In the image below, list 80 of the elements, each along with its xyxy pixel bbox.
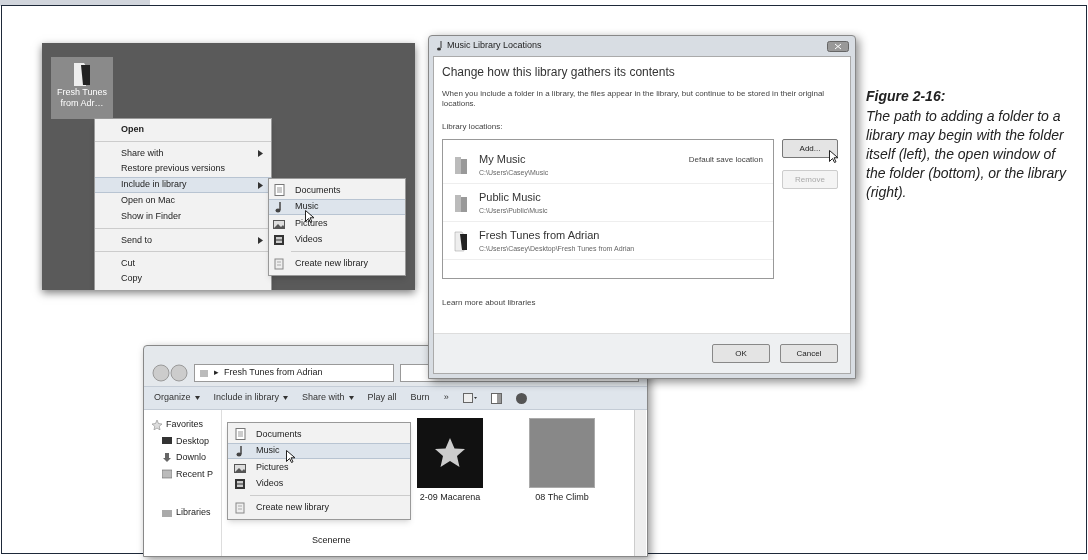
picture-icon — [234, 461, 246, 474]
menu-item[interactable]: Restore previous versions — [95, 161, 271, 177]
folder-icon — [453, 229, 469, 252]
picture-icon — [273, 217, 285, 230]
menu-item[interactable]: Documents — [228, 426, 410, 443]
toolbar-button[interactable]: Burn — [410, 391, 430, 405]
item-caption[interactable]: 2-09 Macarena — [419, 491, 481, 505]
menu-item[interactable]: Open — [95, 122, 271, 138]
menu-item[interactable]: Pictures — [269, 215, 405, 232]
monitor-icon — [162, 436, 172, 447]
menu-item[interactable]: Documents — [269, 182, 405, 199]
folder-icon — [199, 368, 209, 378]
film-icon — [273, 234, 285, 247]
preview-pane-icon — [490, 392, 502, 404]
submenu-arrow-icon — [258, 150, 263, 157]
caret-icon — [283, 396, 289, 400]
menu-item[interactable]: Share with — [95, 141, 271, 161]
icon-label: Fresh Tunes — [57, 87, 107, 98]
photo-placeholder — [529, 418, 595, 488]
menu-item[interactable]: Videos — [228, 475, 410, 493]
recent-places-icon — [162, 469, 172, 480]
location-name[interactable]: Public Music — [479, 189, 763, 206]
view-icon — [462, 393, 477, 403]
location-note: Default save location — [688, 154, 763, 166]
caret-icon — [348, 396, 354, 400]
menu-item[interactable]: Create new library — [228, 499, 410, 516]
document-icon — [234, 428, 246, 441]
address-bar[interactable]: ▸ Fresh Tunes from Adrian — [194, 364, 394, 382]
icon-label: from Adr… — [60, 98, 104, 109]
folder-icon — [71, 61, 93, 87]
item-caption[interactable]: Scenerne — [312, 534, 351, 548]
toolbar-button[interactable]: Play all — [367, 391, 397, 405]
menu-item[interactable]: Copy — [95, 271, 271, 287]
dialog-button[interactable]: Cancel — [780, 344, 838, 363]
library-icon — [162, 507, 172, 518]
nav-item[interactable]: Desktop — [152, 434, 221, 448]
window-title: Music Library Locations — [447, 39, 543, 53]
figure-title: Figure 2-16: — [866, 87, 947, 106]
star-icon — [152, 419, 162, 430]
submenu-arrow-icon — [258, 181, 263, 189]
scrollbar[interactable] — [634, 410, 646, 556]
dialog-button[interactable]: OK — [712, 344, 770, 363]
document-icon — [273, 184, 285, 197]
nav-item[interactable]: Recent P — [152, 467, 221, 481]
library-icon — [273, 257, 285, 270]
menu-item[interactable]: Music — [228, 442, 410, 460]
cursor-icon — [829, 150, 838, 163]
breadcrumb-arrow: ▸ — [214, 366, 219, 380]
item-caption[interactable]: 08 The Climb — [535, 491, 589, 505]
nav-item[interactable]: Libraries — [152, 506, 221, 520]
menu-item[interactable]: Open on Mac — [95, 193, 271, 209]
music-note-icon — [435, 41, 443, 51]
menu-item[interactable]: Include in library — [95, 177, 271, 193]
star-icon — [435, 438, 465, 468]
library-icon — [234, 501, 246, 514]
back-forward-icon — [152, 364, 188, 382]
menu-item[interactable]: Create new library — [269, 255, 405, 272]
toolbar-button[interactable]: » — [443, 391, 449, 405]
close-icon — [827, 40, 849, 52]
cursor-icon — [286, 449, 295, 463]
location-name[interactable]: My Music — [479, 151, 679, 168]
dialog-description: When you include a folder in a library, the files appear in the library, but continue to be stored in their original locations. — [442, 89, 826, 109]
help-link[interactable]: Learn more about libraries — [442, 297, 842, 309]
toolbar-button[interactable]: Organize — [154, 391, 200, 405]
menu-item[interactable]: Pictures — [228, 459, 410, 476]
figure-caption: The path to adding a folder to a library may begin with the folder itself (left), the open window of the folder (bottom), or the library (right). — [866, 107, 1068, 202]
toolbar-button[interactable]: Include in library — [213, 391, 289, 405]
address-text: Fresh Tunes from Adrian — [224, 366, 323, 380]
download-icon — [162, 452, 172, 463]
menu-item[interactable]: Videos — [269, 231, 405, 249]
location-name[interactable]: Fresh Tunes from Adrian — [479, 227, 763, 244]
nav-item[interactable]: Downlo — [152, 451, 221, 465]
caret-icon — [194, 396, 200, 400]
dialog-heading: Change how this library gathers its contents — [442, 64, 676, 81]
nav-item[interactable]: Favorites — [152, 418, 221, 432]
film-icon — [234, 478, 246, 491]
toolbar-button[interactable]: Share with — [302, 391, 354, 405]
section-label: Library locations: — [442, 121, 504, 133]
submenu-arrow-icon — [258, 237, 263, 244]
menu-item[interactable]: Show in Finder — [95, 209, 271, 225]
